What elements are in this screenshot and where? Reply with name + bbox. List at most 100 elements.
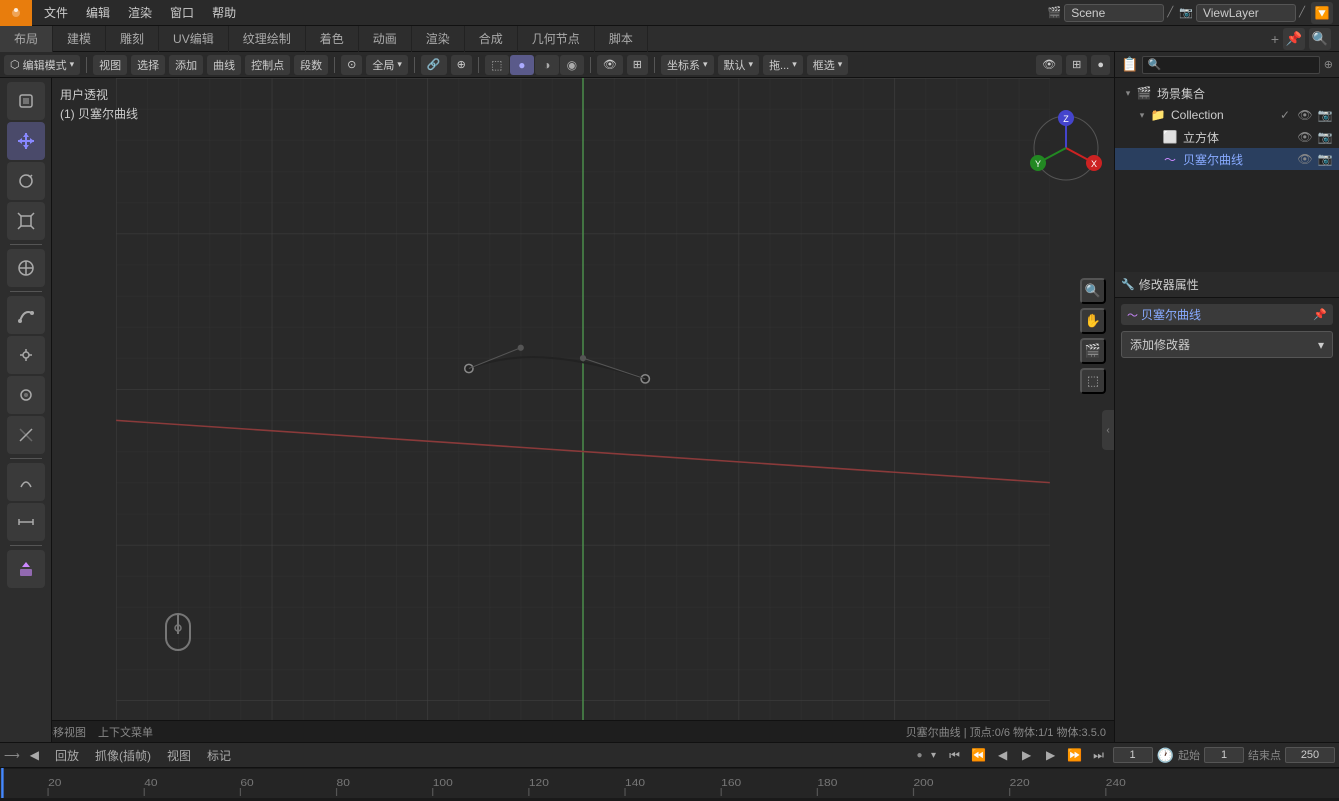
tab-animation[interactable]: 动画 — [359, 26, 412, 52]
pin-icon[interactable]: 📌 — [1283, 28, 1305, 50]
tab-sculpt[interactable]: 雕刻 — [106, 26, 159, 52]
select-menu[interactable]: 选择 — [131, 55, 165, 75]
jump-end-btn[interactable]: ⏭ — [1089, 745, 1109, 765]
proportional-btn[interactable]: ⊙ — [341, 55, 362, 75]
coord-system[interactable]: 坐标系 — [661, 55, 714, 75]
outliner-search[interactable] — [1142, 56, 1319, 74]
view-menu[interactable]: 视图 — [93, 55, 127, 75]
prev-keyframe-btn[interactable]: ◀ — [993, 745, 1013, 765]
gizmo-btn[interactable]: ⊞ — [627, 55, 648, 75]
search-btn[interactable]: 🔍 — [1309, 28, 1331, 50]
menu-edit[interactable]: 编辑 — [78, 2, 118, 23]
timeline-view-btn[interactable]: 视图 — [161, 745, 197, 766]
tab-modeling[interactable]: 建模 — [53, 26, 106, 52]
coord-default[interactable]: 默认 — [718, 55, 760, 75]
snap-mode[interactable]: ⊕ — [451, 55, 472, 75]
bezier-render-icon[interactable]: 📷 — [1317, 151, 1333, 167]
collection-eye-icon[interactable]: 👁 — [1297, 107, 1313, 123]
bezier-curve-item[interactable]: 〜 贝塞尔曲线 👁 📷 — [1115, 148, 1339, 170]
tab-uv-edit[interactable]: UV编辑 — [159, 26, 229, 52]
cube-render-icon[interactable]: 📷 — [1317, 129, 1333, 145]
select-mode[interactable]: 框选 — [807, 55, 849, 75]
add-workspace-btn[interactable]: + — [1271, 31, 1279, 47]
proportional-mode[interactable]: 全局 — [366, 55, 408, 75]
props-obj-pin-btn[interactable]: 📌 — [1313, 308, 1327, 321]
current-frame-input[interactable] — [1113, 747, 1153, 763]
step-forward-btn[interactable]: ⏩ — [1065, 745, 1085, 765]
menu-file[interactable]: 文件 — [36, 2, 76, 23]
play-btn[interactable]: ▶ — [1017, 745, 1037, 765]
render-btn[interactable]: ◉ — [560, 55, 584, 75]
toolbar-add-curve[interactable] — [7, 550, 45, 588]
outliner-filter[interactable]: ⊕ — [1324, 58, 1333, 71]
solid-btn[interactable]: ● — [510, 55, 534, 75]
timeline-expand-btn[interactable]: ◀ — [24, 746, 45, 764]
toolbar-move[interactable] — [7, 122, 45, 160]
scene-collection-item[interactable]: ▾ 🎬 场景集合 — [1115, 82, 1339, 104]
pan-btn[interactable]: ✋ — [1080, 308, 1106, 334]
capture-btn[interactable]: 抓像(插帧) — [89, 745, 157, 766]
material-btn[interactable]: ◑ — [535, 55, 559, 75]
toolbar-rotate[interactable] — [7, 162, 45, 200]
jump-start-btn[interactable]: ⏮ — [945, 745, 965, 765]
menu-window[interactable]: 窗口 — [162, 2, 202, 23]
tab-shading[interactable]: 着色 — [306, 26, 359, 52]
control-points-menu[interactable]: 控制点 — [245, 55, 290, 75]
cube-eye-icon[interactable]: 👁 — [1297, 129, 1313, 145]
next-keyframe-btn[interactable]: ▶ — [1041, 745, 1061, 765]
nav-gizmo[interactable]: Z X Y — [1026, 108, 1106, 191]
viewport-gizmo-toggle[interactable]: ⊞ — [1066, 55, 1087, 75]
tab-rendering[interactable]: 渲染 — [412, 26, 465, 52]
toolbar-scale[interactable] — [7, 202, 45, 240]
camera-btn[interactable]: 🎬 — [1080, 338, 1106, 364]
collection-item[interactable]: ▾ 📁 Collection ✓ 👁 📷 — [1115, 104, 1339, 126]
bezier-expand[interactable] — [1147, 152, 1161, 166]
toolbar-draw[interactable] — [7, 296, 45, 334]
n-panel-toggle[interactable]: ‹ — [1102, 410, 1114, 450]
dropdown-expand[interactable]: ▾ — [927, 750, 941, 761]
toolbar-cursor[interactable] — [7, 82, 45, 120]
step-back-btn[interactable]: ⏪ — [969, 745, 989, 765]
frame-end-input[interactable] — [1285, 747, 1335, 763]
scene-input[interactable] — [1064, 4, 1164, 22]
collection-render-icon[interactable]: 📷 — [1317, 107, 1333, 123]
cube-item[interactable]: ⬜ 立方体 👁 📷 — [1115, 126, 1339, 148]
curve-menu[interactable]: 曲线 — [207, 55, 241, 75]
tab-texture-paint[interactable]: 纹理绘制 — [229, 26, 306, 52]
drag-mode[interactable]: 拖... — [763, 55, 803, 75]
cube-expand[interactable] — [1147, 130, 1161, 144]
viewport-shading-toggle[interactable]: ● — [1091, 55, 1110, 75]
menu-render[interactable]: 渲染 — [120, 2, 160, 23]
bezier-eye-icon[interactable]: 👁 — [1297, 151, 1313, 167]
mode-dropdown[interactable]: ⬡ 编辑模式 — [4, 55, 80, 75]
perspective-btn[interactable]: ⬚ — [1080, 368, 1106, 394]
engine-select[interactable]: 🔽 — [1311, 2, 1333, 24]
zoom-to-fit-btn[interactable]: 🔍 — [1080, 278, 1106, 304]
scene-collection-expand[interactable]: ▾ — [1121, 86, 1135, 100]
menu-help[interactable]: 帮助 — [204, 2, 244, 23]
add-menu[interactable]: 添加 — [169, 55, 203, 75]
toolbar-radius[interactable] — [7, 376, 45, 414]
collection-expand[interactable]: ▾ — [1135, 108, 1149, 122]
segments-menu[interactable]: 段数 — [294, 55, 328, 75]
tab-layout[interactable]: 布局 — [0, 26, 53, 52]
collection-check-icon[interactable]: ✓ — [1277, 107, 1293, 123]
wireframe-btn[interactable]: ⬚ — [485, 55, 509, 75]
toolbar-transform[interactable] — [7, 249, 45, 287]
snap-btn[interactable]: 🔗 — [421, 55, 447, 75]
toolbar-extrude[interactable] — [7, 336, 45, 374]
view-layer-input[interactable] — [1196, 4, 1296, 22]
playback-btn[interactable]: 回放 — [49, 745, 85, 766]
frame-start-input[interactable] — [1204, 747, 1244, 763]
toolbar-tilt[interactable] — [7, 416, 45, 454]
overlay-btn[interactable]: 👁 — [597, 55, 623, 75]
toolbar-measure[interactable] — [7, 503, 45, 541]
viewport-overlay-toggle[interactable]: 👁 — [1036, 55, 1062, 75]
add-modifier-btn[interactable]: 添加修改器 ▾ — [1121, 331, 1333, 358]
viewport-3d[interactable]: 用户透视 (1) 贝塞尔曲线 Z X Y 🔍 ✋ 🎬 ⬚ — [52, 78, 1114, 742]
timeline-ruler[interactable]: 20 40 60 80 100 120 140 160 180 200 220 … — [0, 768, 1339, 798]
tab-compositing[interactable]: 合成 — [465, 26, 518, 52]
tab-scripting[interactable]: 脚本 — [595, 26, 648, 52]
toolbar-annotate[interactable] — [7, 463, 45, 501]
tab-geometry-nodes[interactable]: 几何节点 — [518, 26, 595, 52]
